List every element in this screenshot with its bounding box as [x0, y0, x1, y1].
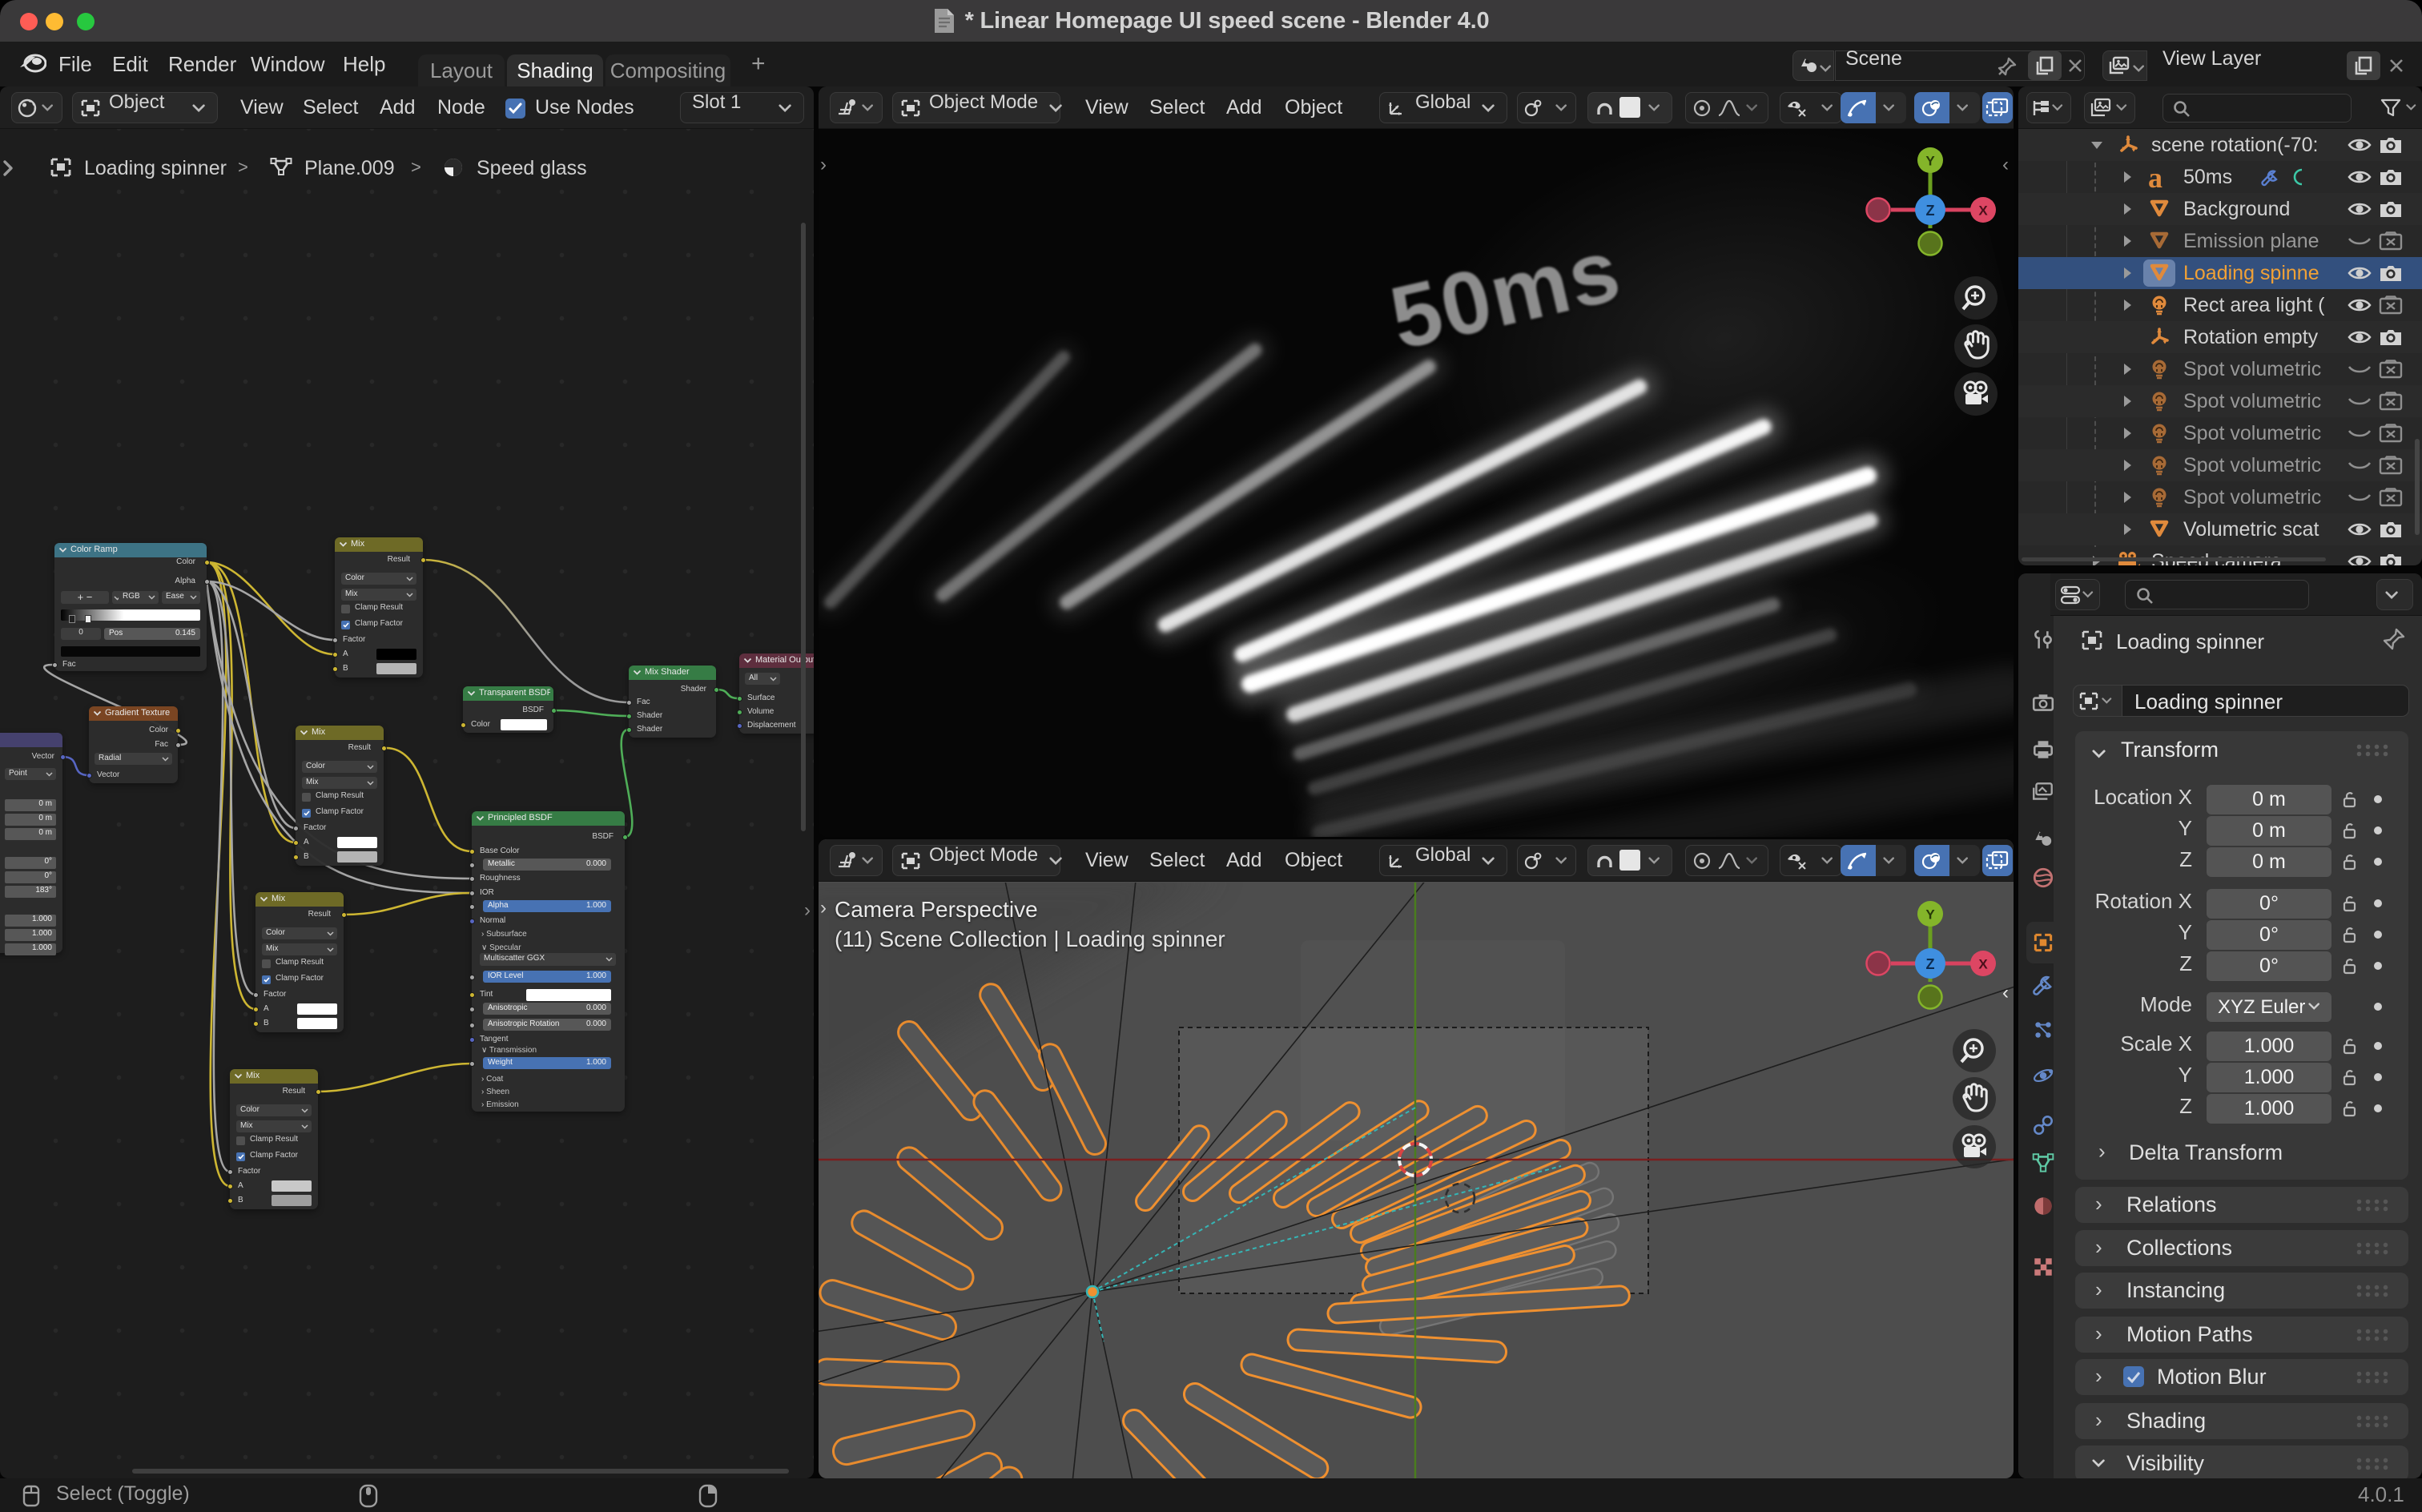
svg-text:Z: Z — [1926, 956, 1935, 972]
svg-text:X: X — [1978, 957, 1988, 972]
svg-text:Y: Y — [1925, 154, 1935, 169]
svg-text:Y: Y — [1925, 907, 1935, 923]
svg-text:X: X — [1978, 203, 1988, 219]
svg-text:Z: Z — [1926, 203, 1935, 219]
